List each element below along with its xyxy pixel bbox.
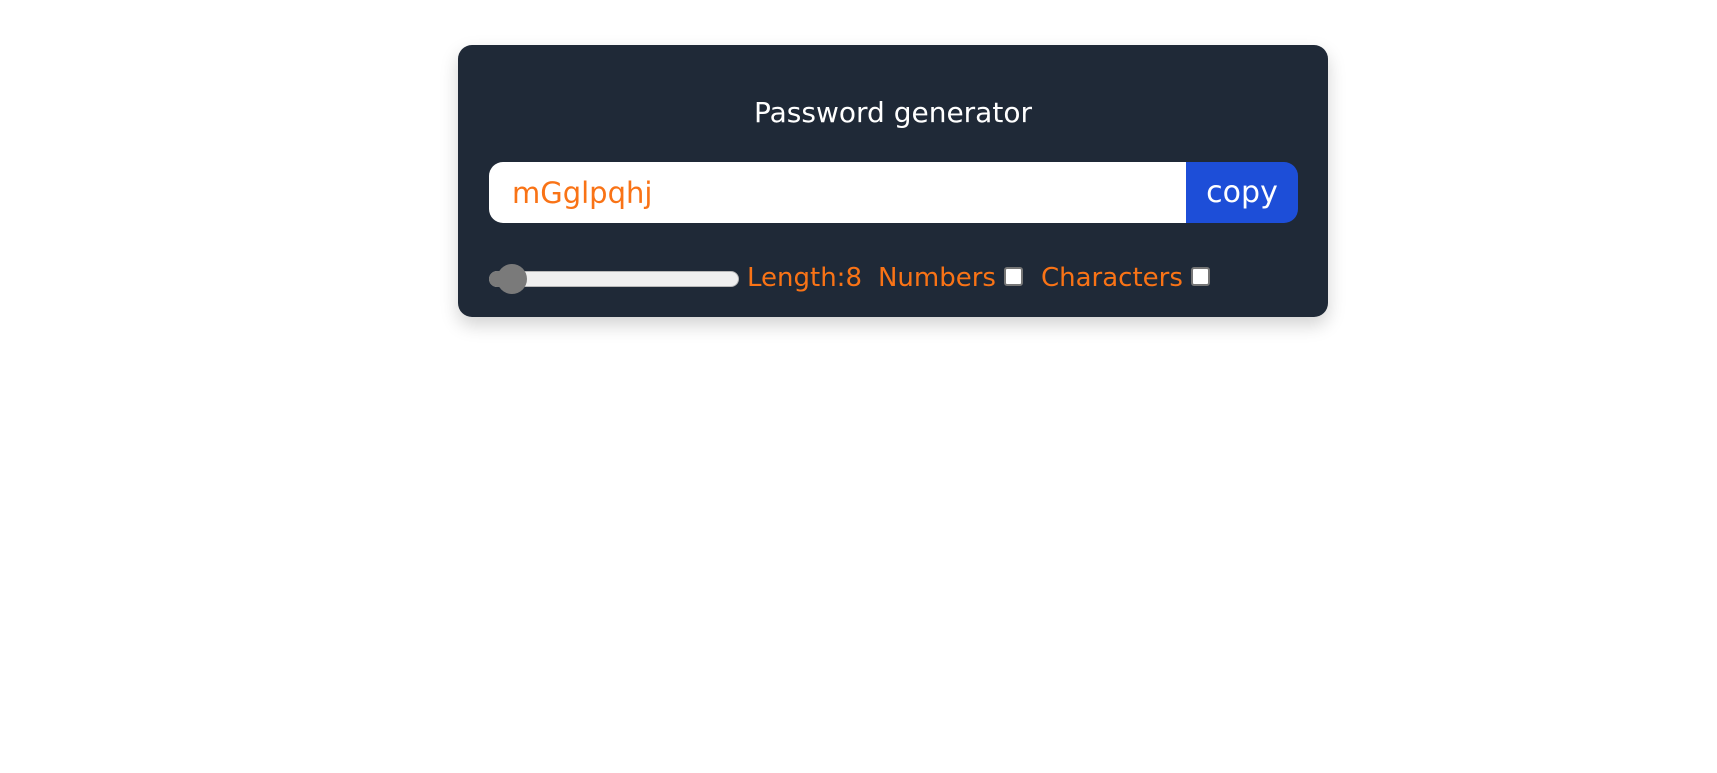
copy-button[interactable]: copy: [1186, 162, 1298, 223]
characters-checkbox[interactable]: [1190, 266, 1210, 286]
password-generator-card: Password generator copy Length:8 Numbers…: [458, 45, 1328, 317]
length-slider-thumb[interactable]: [496, 264, 527, 294]
numbers-label[interactable]: Numbers: [878, 263, 996, 293]
length-label: Length:8: [747, 263, 862, 293]
password-field[interactable]: [489, 162, 1186, 223]
password-input-row: copy: [489, 162, 1298, 223]
characters-label[interactable]: Characters: [1041, 263, 1183, 293]
options-row: Length:8 Numbers Characters: [489, 258, 1228, 298]
card-title: Password generator: [754, 96, 1032, 129]
numbers-checkbox[interactable]: [1003, 266, 1023, 286]
length-slider[interactable]: [489, 258, 739, 298]
